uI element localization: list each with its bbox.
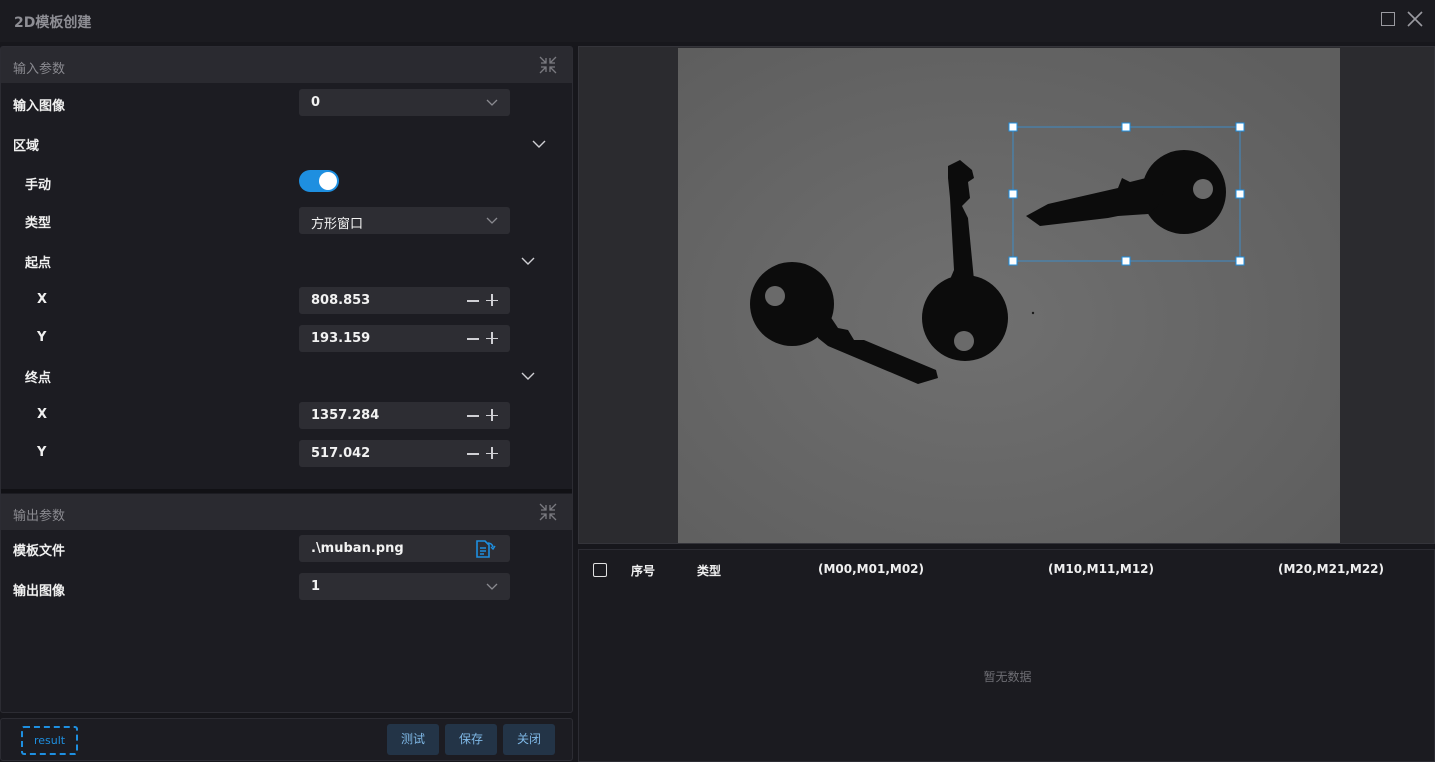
start-x-label: X — [37, 292, 48, 307]
template-file-value: .\muban.png — [311, 541, 404, 556]
save-button[interactable]: 保存 — [445, 724, 497, 755]
plus-icon[interactable] — [486, 447, 498, 459]
collapse-icon[interactable] — [538, 55, 558, 75]
chevron-down-icon — [486, 217, 498, 224]
section-divider — [1, 489, 572, 493]
result-table: 序号 类型 (M00,M01,M02) (M10,M11,M12) (M20,M… — [578, 549, 1435, 762]
type-value: 方形窗口 — [311, 217, 364, 232]
minus-icon[interactable] — [467, 415, 479, 417]
chevron-down-icon[interactable] — [532, 139, 546, 149]
test-button[interactable]: 测试 — [387, 724, 439, 755]
footer-bar: result 测试 保存 关闭 — [0, 718, 573, 761]
chevron-down-icon — [486, 583, 498, 590]
keys-photo-drawing — [678, 48, 1340, 543]
plus-icon[interactable] — [486, 294, 498, 306]
empty-state-text: 暂无数据 — [983, 670, 1032, 684]
window-title: 2D模板创建 — [14, 15, 92, 31]
parameters-panel: 输入参数 输入图像 0 区域 手动 类型 方形窗口 起点 X 808.853 Y… — [0, 46, 573, 713]
file-icon[interactable] — [474, 539, 496, 559]
end-x-value: 1357.284 — [311, 408, 380, 423]
maximize-icon[interactable] — [1381, 12, 1395, 26]
input-image-label: 输入图像 — [13, 99, 66, 114]
template-file-label: 模板文件 — [13, 544, 66, 559]
minus-icon[interactable] — [467, 453, 479, 455]
chevron-down-icon[interactable] — [521, 256, 535, 266]
region-label: 区域 — [13, 139, 40, 154]
output-image-value: 1 — [311, 579, 321, 594]
input-params-header[interactable]: 输入参数 — [1, 47, 572, 83]
start-x-stepper[interactable]: 808.853 — [299, 287, 510, 314]
plus-icon[interactable] — [486, 332, 498, 344]
chevron-down-icon — [486, 99, 498, 106]
end-x-stepper[interactable]: 1357.284 — [299, 402, 510, 429]
column-header-m0: (M00,M01,M02) — [818, 562, 925, 576]
manual-label: 手动 — [25, 178, 52, 193]
start-x-value: 808.853 — [311, 293, 371, 308]
plus-icon[interactable] — [486, 409, 498, 421]
type-label: 类型 — [25, 216, 52, 231]
start-y-stepper[interactable]: 193.159 — [299, 325, 510, 352]
output-params-header[interactable]: 输出参数 — [1, 494, 572, 530]
select-all-checkbox[interactable] — [593, 563, 607, 577]
start-y-label: Y — [37, 330, 47, 345]
type-select[interactable]: 方形窗口 — [299, 207, 510, 234]
end-y-stepper[interactable]: 517.042 — [299, 440, 510, 467]
start-y-value: 193.159 — [311, 331, 371, 346]
title-bar: 2D模板创建 — [0, 0, 1435, 42]
input-params-title: 输入参数 — [13, 62, 66, 77]
template-file-input[interactable]: .\muban.png — [299, 535, 510, 562]
start-point-label: 起点 — [25, 256, 52, 271]
output-image-label: 输出图像 — [13, 584, 66, 599]
end-y-value: 517.042 — [311, 446, 371, 461]
end-y-label: Y — [37, 445, 47, 460]
manual-toggle[interactable] — [299, 170, 339, 192]
collapse-icon[interactable] — [538, 502, 558, 522]
minus-icon[interactable] — [467, 300, 479, 302]
close-button[interactable]: 关闭 — [503, 724, 555, 755]
result-tag[interactable]: result — [21, 726, 78, 755]
toggle-knob — [319, 172, 337, 190]
column-header-m2: (M20,M21,M22) — [1278, 562, 1385, 576]
keys-image — [678, 48, 1340, 543]
input-image-select[interactable]: 0 — [299, 89, 510, 116]
end-point-label: 终点 — [25, 371, 52, 386]
column-header-m1: (M10,M11,M12) — [1048, 562, 1155, 576]
image-viewer[interactable] — [578, 46, 1435, 544]
output-image-select[interactable]: 1 — [299, 573, 510, 600]
chevron-down-icon[interactable] — [521, 371, 535, 381]
end-x-label: X — [37, 407, 48, 422]
column-header-type: 类型 — [697, 564, 722, 578]
close-icon[interactable] — [1406, 10, 1424, 28]
input-image-value: 0 — [311, 95, 321, 110]
output-params-title: 输出参数 — [13, 509, 66, 524]
minus-icon[interactable] — [467, 338, 479, 340]
column-header-index: 序号 — [631, 564, 656, 578]
